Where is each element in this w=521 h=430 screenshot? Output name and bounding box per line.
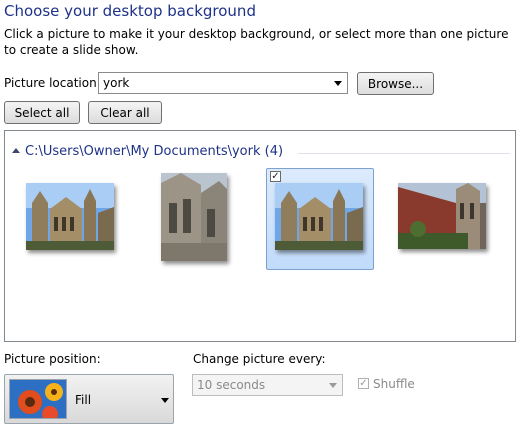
flower-wallpaper-preview-icon xyxy=(9,379,67,419)
picture-position-select[interactable]: Fill xyxy=(4,374,174,424)
chevron-down-icon xyxy=(161,398,169,403)
picture-3-checkbox[interactable]: ✓ xyxy=(270,171,281,182)
gallery-group-header[interactable]: C:\Users\Owner\My Documents\york (4) xyxy=(25,144,283,159)
shuffle-label: Shuffle xyxy=(373,377,415,391)
change-interval-label: Change picture every: xyxy=(193,352,326,366)
change-interval-value: 10 seconds xyxy=(197,378,266,392)
picture-thumbnail-1[interactable] xyxy=(26,183,114,250)
picture-location-label: Picture location: xyxy=(4,76,101,90)
collapse-group-icon[interactable] xyxy=(12,148,20,153)
picture-location-value: york xyxy=(103,76,130,90)
select-all-button[interactable]: Select all xyxy=(4,101,80,124)
picture-position-label: Picture position: xyxy=(4,352,101,366)
chevron-down-icon xyxy=(334,81,342,86)
group-divider xyxy=(298,153,510,154)
clear-all-button[interactable]: Clear all xyxy=(88,101,162,124)
picture-position-value: Fill xyxy=(75,393,92,407)
change-interval-select[interactable]: 10 seconds xyxy=(192,374,343,396)
shuffle-checkbox[interactable]: ✓ xyxy=(358,378,369,389)
browse-button[interactable]: Browse... xyxy=(357,72,434,95)
picture-thumbnail-3[interactable] xyxy=(275,183,363,250)
picture-location-select[interactable]: york xyxy=(98,72,348,94)
page-description: Click a picture to make it your desktop … xyxy=(4,27,509,57)
picture-thumbnail-4[interactable] xyxy=(398,183,486,249)
cathedral-image-icon xyxy=(26,183,114,250)
page-title: Choose your desktop background xyxy=(4,2,256,20)
cathedral-image-icon xyxy=(161,173,227,261)
picture-thumbnail-2[interactable] xyxy=(161,173,227,261)
street-image-icon xyxy=(398,183,486,249)
cathedral-image-icon xyxy=(275,183,363,250)
chevron-down-icon xyxy=(329,383,337,388)
